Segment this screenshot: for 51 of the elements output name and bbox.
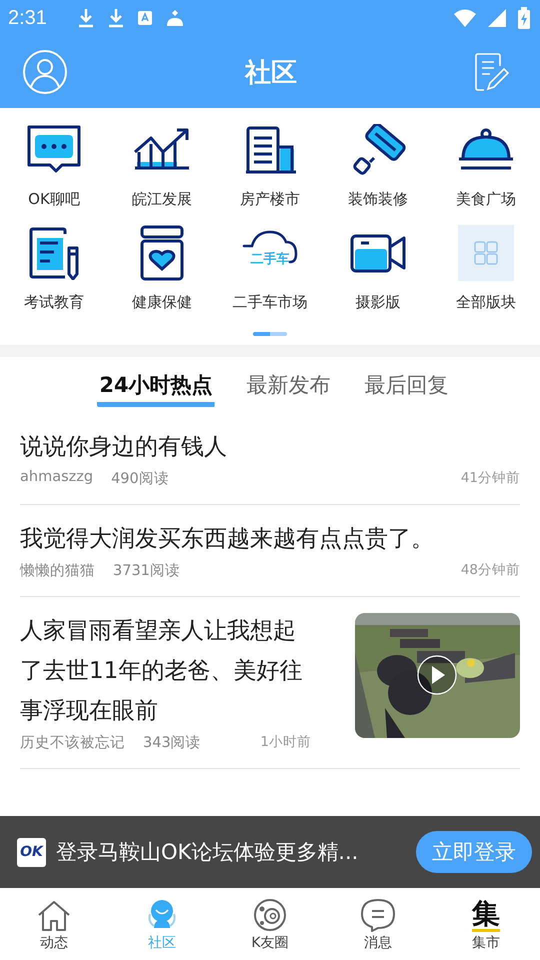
nav-label[interactable]: 消息 bbox=[364, 934, 392, 952]
wifi-icon bbox=[454, 9, 476, 27]
read-count: 3731阅读 bbox=[113, 562, 180, 580]
status-time: 2:31 bbox=[8, 6, 47, 30]
document-pencil-icon[interactable] bbox=[27, 226, 81, 280]
feed-tab[interactable]: 最新发布 bbox=[244, 367, 333, 407]
profile-icon[interactable] bbox=[22, 49, 68, 95]
category-label[interactable]: 皖江发展 bbox=[132, 190, 192, 209]
category-label[interactable]: OK聊吧 bbox=[28, 190, 80, 209]
robot-icon bbox=[164, 9, 185, 27]
cloud-icon[interactable] bbox=[242, 230, 298, 264]
post-time: 48分钟前 bbox=[460, 561, 520, 580]
growth-chart-icon[interactable] bbox=[133, 128, 191, 172]
login-message: 登录马鞍山OK论坛体验更多精... bbox=[56, 839, 360, 866]
post-time: 41分钟前 bbox=[460, 469, 520, 488]
post-author: ahmaszzg bbox=[20, 469, 94, 487]
category-label[interactable]: 装饰装修 bbox=[348, 190, 408, 209]
logo-text: 二手车 bbox=[250, 250, 290, 268]
heart-jar-icon[interactable] bbox=[139, 225, 185, 281]
post-title[interactable]: 人家冒雨看望亲人让我想起了去世11年的老爸、美好往事浮现在眼前 bbox=[20, 611, 311, 731]
post-author: 懒懒的猫猫 bbox=[20, 562, 95, 580]
keyboard-app-icon bbox=[136, 9, 153, 27]
read-count: 343阅读 bbox=[143, 734, 201, 752]
market-logo[interactable]: 集 bbox=[472, 899, 500, 932]
nav-label[interactable]: 集市 bbox=[472, 934, 500, 952]
category-label[interactable]: 考试教育 bbox=[24, 293, 84, 312]
feed-tab[interactable]: 最后回复 bbox=[362, 367, 451, 407]
planet-icon[interactable] bbox=[253, 898, 287, 932]
nav-label[interactable]: 动态 bbox=[40, 934, 68, 952]
home-icon[interactable] bbox=[36, 900, 72, 932]
nav-label[interactable]: K友圈 bbox=[251, 934, 289, 952]
post-author: 历史不该被忘记 bbox=[20, 734, 125, 752]
post-title[interactable]: 我觉得大润发买东西越来越有点点贵了。 bbox=[20, 519, 520, 559]
post-time: 1小时前 bbox=[260, 733, 311, 752]
compose-icon[interactable] bbox=[474, 52, 512, 92]
read-count: 490阅读 bbox=[111, 470, 169, 488]
page-title: 社区 bbox=[245, 56, 297, 90]
post-title[interactable]: 说说你身边的有钱人 bbox=[20, 427, 520, 467]
play-icon[interactable] bbox=[417, 655, 457, 695]
category-label[interactable]: 二手车市场 bbox=[232, 293, 308, 312]
category-label[interactable]: 摄影版 bbox=[356, 293, 400, 312]
category-label[interactable]: 健康保健 bbox=[132, 293, 192, 312]
download-icon bbox=[106, 8, 125, 28]
category-label[interactable]: 房产楼市 bbox=[240, 190, 300, 209]
battery-icon bbox=[518, 7, 530, 29]
category-label[interactable]: 全部版块 bbox=[456, 293, 516, 312]
chat-icon[interactable] bbox=[360, 898, 396, 932]
category-label[interactable]: 美食广场 bbox=[456, 190, 516, 209]
forum-logo: OK bbox=[17, 838, 46, 866]
download-icon bbox=[76, 8, 95, 28]
signal-icon bbox=[488, 9, 506, 27]
